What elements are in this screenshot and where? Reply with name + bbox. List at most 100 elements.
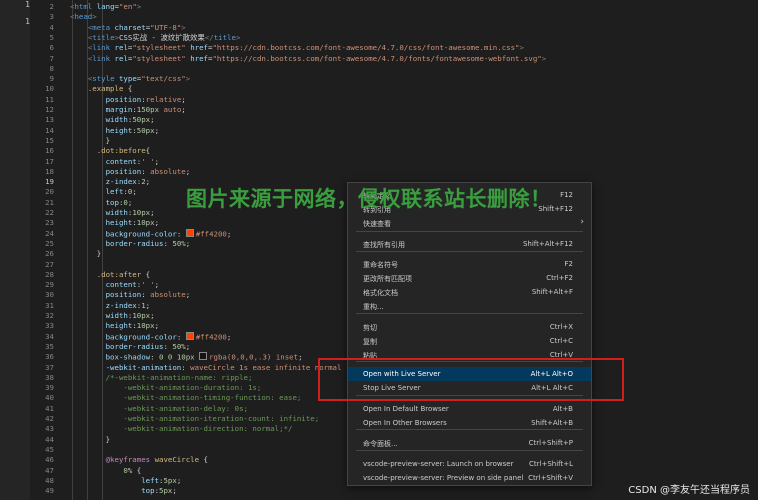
line-code: -webkit-animation-direction: normal;*/	[70, 424, 293, 434]
context-menu-item[interactable]: 重构...	[348, 299, 591, 313]
menu-item-shortcut: Shift+Alt+F	[531, 288, 573, 296]
line-number: 43	[45, 424, 54, 434]
menu-item-shortcut: Ctrl+C	[549, 337, 573, 345]
menu-item-label: 查找所有引用	[363, 241, 405, 249]
line-code: <style type="text/css">	[87, 74, 191, 84]
context-menu-item[interactable]: 更改所有匹配项 Ctrl+F2	[348, 271, 591, 285]
line-code: /*-webkit-animation-name: ripple;	[105, 372, 253, 382]
context-menu-item[interactable]: 查找所有引用 Shift+Alt+F12	[348, 237, 591, 251]
line-code: top:5px;	[141, 486, 177, 496]
line-number: 32	[45, 311, 54, 320]
context-menu-item[interactable]: vscode-preview-server: Preview on side p…	[348, 471, 591, 485]
menu-separator	[356, 313, 583, 314]
menu-item-shortcut: Alt+B	[552, 405, 573, 413]
menu-item-label: 快速查看	[363, 220, 391, 228]
source-credit: CSDN @李友午还当程序员	[628, 485, 750, 496]
line-number: 41	[45, 403, 54, 413]
code-line[interactable]: 4 <meta charset="UTF-8">	[0, 23, 758, 33]
line-number: 28	[45, 269, 54, 279]
line-number: 48	[45, 475, 54, 485]
line-code: @keyframes waveCircle {	[105, 455, 208, 465]
code-line[interactable]: 7 <link rel="stylesheet" href="https://c…	[0, 54, 758, 64]
line-number: 24	[45, 228, 54, 238]
line-number: 15	[45, 135, 54, 145]
menu-item-label: vscode-preview-server: Preview on side p…	[363, 474, 524, 482]
line-number: 36	[45, 352, 54, 362]
context-menu-item[interactable]: 复制 Ctrl+C	[348, 334, 591, 348]
code-line[interactable]: 16 .dot:before{	[0, 146, 758, 156]
code-line[interactable]: 3 <head>	[0, 12, 758, 22]
line-number: 33	[45, 321, 54, 331]
line-number: 40	[45, 393, 54, 403]
line-code: width:10px;	[105, 208, 155, 217]
line-code: 0% {	[123, 465, 142, 475]
line-code: top:0;	[105, 197, 133, 207]
chevron-right-icon: ›	[580, 217, 584, 227]
menu-item-shortcut: Ctrl+Shift+V	[528, 474, 573, 482]
menu-item-shortcut: Ctrl+F2	[546, 274, 573, 282]
line-number: 11	[45, 94, 54, 104]
code-line[interactable]: 10 .example {	[0, 84, 758, 94]
code-line[interactable]: 6 <link rel="stylesheet" href="https://c…	[0, 43, 758, 53]
line-code: position: absolute;	[105, 166, 191, 176]
code-line[interactable]: 5 <title>CSS实战 - 波纹扩散效果</title>	[0, 33, 758, 43]
context-menu[interactable]: 转到定义 F12 转到引用 Shift+F12 快速查看 › 查找所有引用 Shift+Alt…	[347, 182, 592, 486]
line-number: 31	[45, 300, 54, 310]
line-number: 13	[45, 115, 54, 125]
menu-item-label: 重命名符号	[363, 261, 398, 269]
menu-item-shortcut: Shift+Alt+F12	[522, 240, 573, 248]
menu-item-label: 命令面板...	[363, 440, 398, 448]
line-number: 19	[45, 177, 54, 187]
line-code: width:50px;	[105, 115, 155, 125]
line-code: background-color: #ff4200;	[105, 228, 232, 239]
line-number: 2	[49, 2, 54, 11]
context-menu-item[interactable]: vscode-preview-server: Launch on browser…	[348, 457, 591, 471]
line-number: 12	[45, 105, 54, 114]
line-code: left:5px;	[141, 475, 182, 485]
context-menu-item[interactable]: 快速查看 ›	[348, 216, 591, 230]
line-code: height:50px;	[105, 125, 160, 135]
context-menu-item[interactable]: 命令面板... Ctrl+Shift+P	[348, 436, 591, 450]
context-menu-item[interactable]: 剪切 Ctrl+X	[348, 320, 591, 334]
code-line[interactable]: 8	[0, 64, 758, 74]
line-code: width:10px;	[105, 311, 155, 320]
line-number: 38	[45, 372, 54, 382]
menu-item-shortcut: Ctrl+Shift+L	[529, 460, 573, 468]
line-number: 7	[49, 53, 54, 63]
context-menu-item[interactable]: 格式化文档 Shift+Alt+F	[348, 285, 591, 299]
code-line[interactable]: 13 width:50px;	[0, 115, 758, 125]
line-number: 20	[45, 187, 54, 197]
code-line[interactable]: 9 <style type="text/css">	[0, 74, 758, 84]
line-number: 3	[49, 12, 54, 22]
code-line[interactable]: 17 content:' ';	[0, 157, 758, 167]
menu-item-shortcut: Ctrl+X	[549, 323, 573, 331]
menu-item-label: 格式化文档	[363, 289, 398, 297]
line-code: -webkit-animation: waveCircle 1s ease in…	[105, 362, 351, 372]
code-line[interactable]: 15 }	[0, 136, 758, 146]
code-line[interactable]: 11 position:relative;	[0, 95, 758, 105]
line-code: z-index:1;	[105, 300, 151, 310]
code-line[interactable]: 12 margin:150px auto;	[0, 105, 758, 115]
menu-item-label: 剪切	[363, 324, 377, 332]
line-number: 47	[45, 465, 54, 475]
code-line[interactable]: 18 position: absolute;	[0, 167, 758, 177]
line-code: <link rel="stylesheet" href="https://cdn…	[87, 53, 547, 63]
line-code: }	[70, 135, 111, 145]
line-code: left:0;	[105, 187, 137, 197]
context-menu-item[interactable]: Open In Other Browsers Shift+Alt+B	[348, 416, 591, 430]
menu-item-label: 更改所有匹配项	[363, 275, 412, 283]
context-menu-item[interactable]: Open In Default Browser Alt+B	[348, 402, 591, 416]
line-number: 30	[45, 290, 54, 300]
line-number: 26	[45, 249, 54, 259]
context-menu-item[interactable]: 重命名符号 F2	[348, 257, 591, 271]
line-code: height:10px;	[105, 218, 160, 228]
line-code: border-radius: 50%;	[105, 341, 191, 351]
code-line[interactable]: 2 <html lang="en">	[0, 2, 758, 12]
code-line[interactable]: 14 height:50px;	[0, 126, 758, 136]
line-code: .dot:after {	[96, 269, 151, 279]
line-code: }	[70, 249, 102, 259]
menu-item-shortcut: F2	[564, 260, 573, 268]
line-number: 8	[49, 63, 54, 73]
line-number: 49	[45, 486, 54, 496]
line-number: 22	[45, 208, 54, 217]
